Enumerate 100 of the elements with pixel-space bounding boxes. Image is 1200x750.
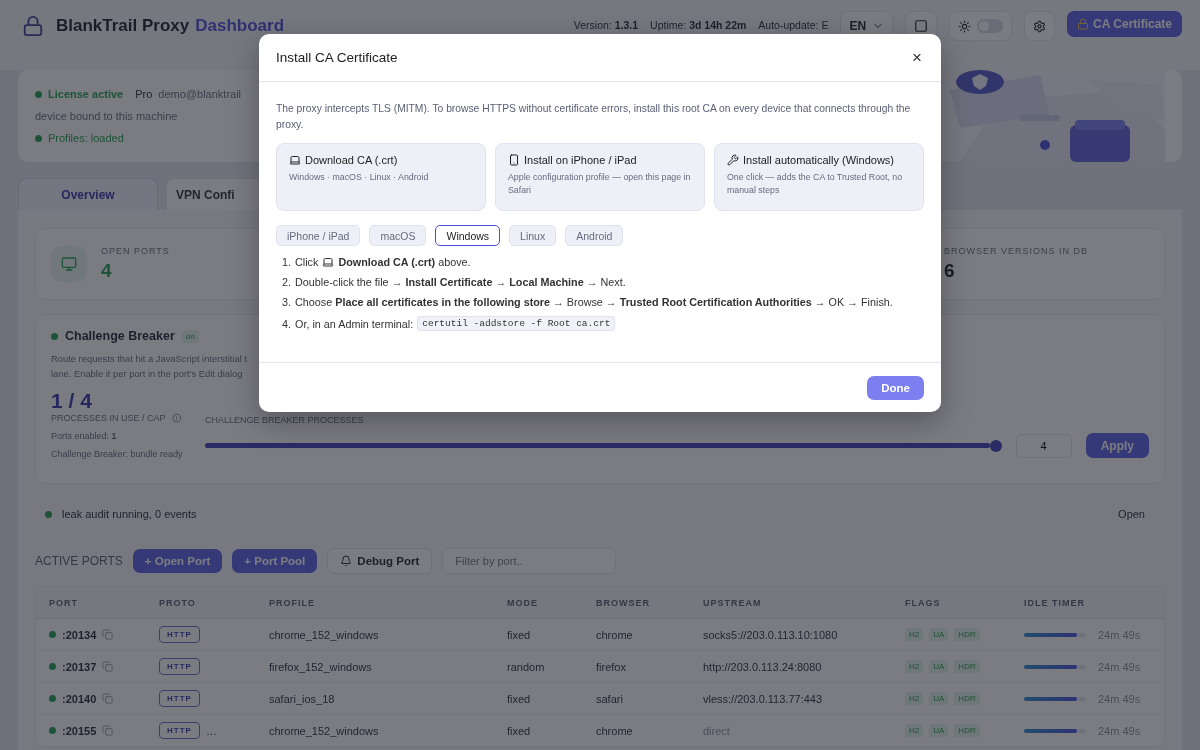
info-icon <box>171 413 181 423</box>
status-dot <box>49 663 56 670</box>
flag-tag: H2 <box>905 660 924 673</box>
flag-tag: HDR <box>954 692 980 705</box>
stat-label: BROWSER VERSIONS IN DB <box>944 246 1088 256</box>
column-header: UPSTREAM <box>703 597 763 608</box>
sun-icon <box>958 19 972 33</box>
protocol-tag: HTTP <box>159 658 200 675</box>
install-option[interactable]: Install on iPhone / iPad Apple configuration profile — open this page in Safari <box>495 143 705 211</box>
wrench-icon <box>727 154 739 166</box>
table-cell-text: random <box>507 660 546 673</box>
debug-port-button[interactable]: Debug Port <box>327 548 433 574</box>
protocol-tag: HTTP <box>159 690 200 707</box>
app-title: BlankTrail Proxy <box>56 16 190 35</box>
auto-update-text: Auto-update: E <box>758 18 829 33</box>
flag-tag: UA <box>929 628 949 641</box>
port-cell: :20134 <box>62 628 97 641</box>
copy-icon[interactable] <box>102 629 114 640</box>
slider-fill[interactable] <box>205 443 990 448</box>
protocol-tag: HTTP <box>159 626 200 643</box>
flag-tag: UA <box>929 724 949 737</box>
column-header: PROTO <box>159 597 197 608</box>
status-dot <box>49 631 56 638</box>
uptime-text: Uptime: 3d 14h 22m <box>650 18 747 33</box>
table-cell-text: firefox <box>596 660 627 673</box>
column-header: PORT <box>49 597 79 608</box>
status-dot <box>35 90 42 98</box>
email-text: demo@blanktrail <box>158 88 242 100</box>
bell-icon <box>340 555 353 567</box>
processes-input[interactable]: 4 <box>1015 433 1072 458</box>
stat-label: OPEN PORTS <box>101 246 170 256</box>
step-number: 4. <box>282 317 291 330</box>
flag-tag: H2 <box>905 724 924 737</box>
install-option[interactable]: Install automatically (Windows) One click — adds the CA to Trusted Root, no manual steps <box>714 143 924 211</box>
dialog-title: Install CA Certificate <box>276 50 398 65</box>
status-dot <box>35 134 42 142</box>
step-number: 3. <box>282 296 291 308</box>
stat-value: 4 <box>101 260 113 282</box>
status-dot <box>49 727 56 734</box>
settings-icon <box>1033 19 1047 33</box>
usage-value: 1 / 4 <box>51 389 93 413</box>
tab[interactable]: Overview <box>18 178 158 210</box>
panel-icon <box>914 19 929 33</box>
bundle-status-text: Challenge Breaker: bundle ready <box>51 449 183 459</box>
protocol-tag: HTTP <box>159 722 200 739</box>
ca-certificate-button[interactable]: CA Certificate <box>1067 11 1182 37</box>
device-text: device bound to this machine <box>35 110 178 122</box>
copy-icon[interactable] <box>102 693 114 704</box>
status-dot <box>45 510 52 518</box>
column-header: FLAGS <box>905 597 942 608</box>
column-header: PROFILE <box>269 597 316 608</box>
table-cell-text: chrome_152_windows <box>269 628 380 641</box>
close-button[interactable]: × <box>910 47 924 68</box>
phone-icon <box>508 154 520 166</box>
flag-tag: H2 <box>905 628 924 641</box>
apply-button[interactable]: Apply <box>1085 433 1149 458</box>
settings-button[interactable] <box>1024 11 1056 41</box>
table-cell-text: http://203.0.113.24:8080 <box>703 660 823 673</box>
license-status: License active <box>48 88 124 100</box>
table-cell-text: chrome <box>596 724 634 737</box>
table-cell-text: chrome <box>596 628 634 641</box>
logo-icon <box>22 15 44 37</box>
step-text: Double-click the file → Install Certificate → Local Machine → Next. <box>295 276 626 288</box>
slider-thumb[interactable] <box>989 439 1002 452</box>
step-text: Choose Place all certificates in the following store → Browse → Trusted Root Certification Authorities → OK → Finish. <box>295 296 893 308</box>
add-button[interactable]: + Open Port <box>132 549 223 573</box>
dialog-intro: The proxy intercepts TLS (MITM). To browse HTTPS without certificate errors, install this root CA on every device that connects through the proxy. <box>276 102 912 132</box>
done-button[interactable]: Done <box>867 375 924 400</box>
copy-icon[interactable] <box>102 725 114 736</box>
open-link[interactable]: Open <box>1118 508 1155 520</box>
monitor-icon <box>51 246 87 282</box>
flag-tag: HDR <box>954 724 980 737</box>
step-number: 2. <box>282 276 291 288</box>
more-text: … <box>205 724 217 737</box>
platform-tab[interactable]: Windows <box>435 225 501 246</box>
table-cell-text: fixed <box>507 628 532 641</box>
ports-enabled-text: Ports enabled: 1 <box>51 431 117 441</box>
profiles-status: Profiles: loaded <box>48 132 124 144</box>
platform-tab[interactable]: Android <box>565 225 624 246</box>
copy-icon[interactable] <box>102 661 114 672</box>
flag-tag: H2 <box>905 692 924 705</box>
flag-tag: UA <box>929 692 949 705</box>
flag-tag: HDR <box>954 660 980 673</box>
lock-icon <box>1077 18 1090 30</box>
command-code: certutil -addstore -f Root ca.crt <box>417 316 616 331</box>
platform-tab[interactable]: Linux <box>509 225 557 246</box>
step-text: Or, in an Admin terminal: <box>295 317 414 330</box>
theme-toggle[interactable] <box>949 11 1013 41</box>
install-option[interactable]: Download CA (.crt) Windows · macOS · Linux · Android <box>276 143 486 211</box>
platform-tab[interactable]: iPhone / iPad <box>276 225 361 246</box>
flag-tag: HDR <box>954 628 980 641</box>
step-text: Click <box>295 256 319 268</box>
table-cell-text: firefox_152_windows <box>269 660 373 673</box>
status-dot <box>51 332 58 340</box>
platform-tab[interactable]: macOS <box>369 225 427 246</box>
section-title: ACTIVE PORTS <box>35 554 123 568</box>
status-badge: on <box>181 329 199 343</box>
table-cell-text: chrome_152_windows <box>269 724 380 737</box>
column-header: IDLE TIMER <box>1024 597 1086 608</box>
add-button[interactable]: + Port Pool <box>232 549 318 573</box>
